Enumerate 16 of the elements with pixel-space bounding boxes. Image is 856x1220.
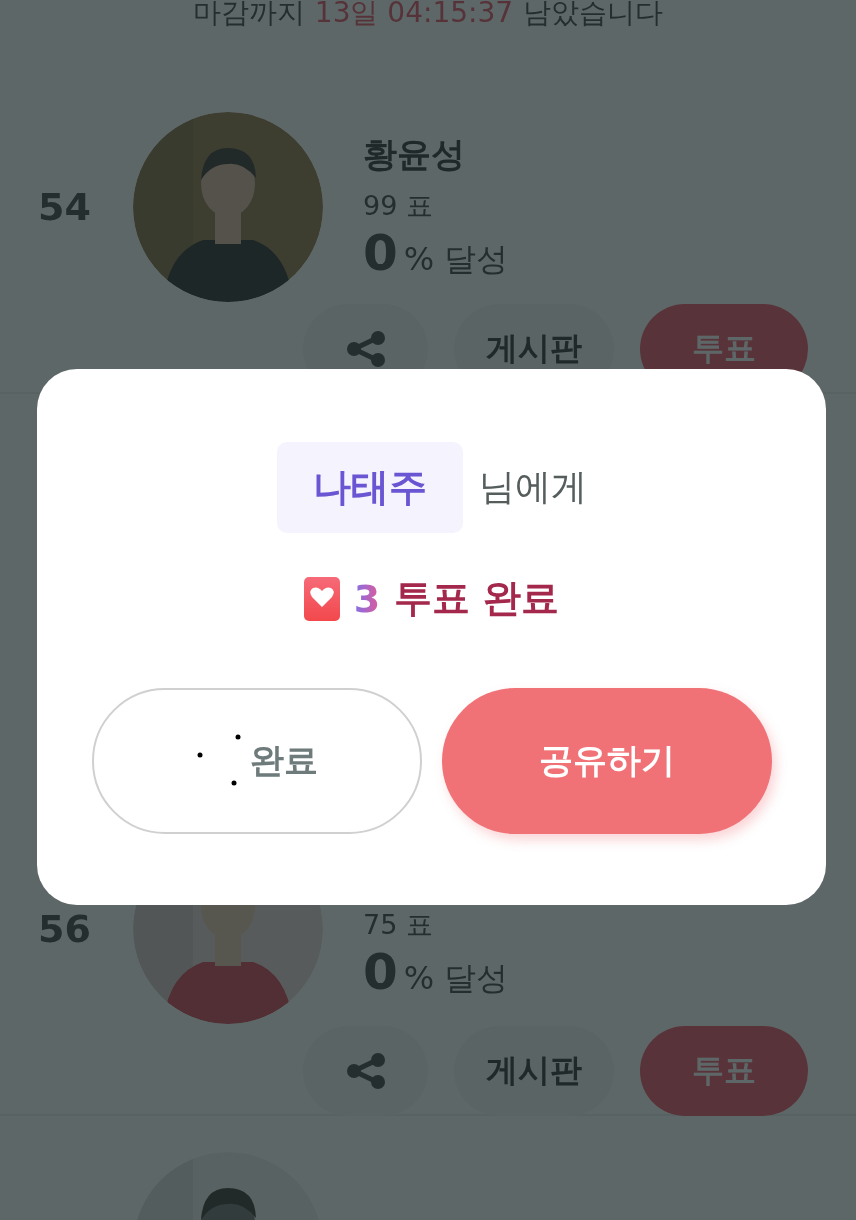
achievement-label: % 달성	[403, 239, 509, 280]
done-button[interactable]: 완료	[91, 688, 422, 834]
vote-count: 75 표	[363, 908, 434, 942]
rank-number: 56	[38, 907, 91, 951]
candidate-name: 황윤성	[363, 133, 466, 176]
achievement-label: % 달성	[403, 958, 509, 999]
rank-number: 54	[38, 185, 91, 229]
share-button[interactable]: 공유하기	[441, 688, 772, 834]
recipient-label: 님에게	[478, 465, 587, 509]
countdown-label: 남았습니다	[523, 0, 664, 31]
achievement-percent: 0	[363, 224, 398, 282]
recipient-name: 나태주	[276, 442, 463, 533]
countdown-label: 마감까지	[192, 0, 305, 31]
vote-count: 99 표	[363, 189, 434, 223]
achievement-percent: 0	[363, 943, 398, 1001]
result-text: 투표 완료	[394, 575, 560, 622]
